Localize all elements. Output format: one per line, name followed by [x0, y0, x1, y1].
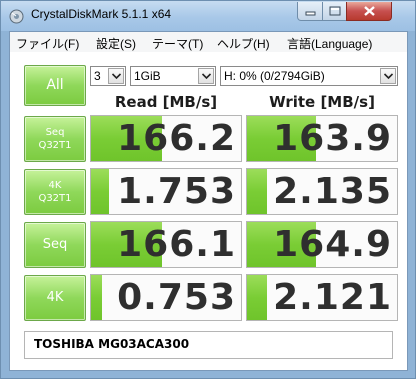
read-value: 166.1: [117, 224, 236, 265]
write-value: 2.121: [273, 277, 392, 318]
write-result: 2.121: [246, 274, 398, 321]
write-value: 163.9: [273, 118, 392, 159]
read-value: 0.753: [117, 277, 236, 318]
dropdown-arrow[interactable]: [108, 68, 124, 84]
test-count-value: 3: [94, 69, 101, 83]
chevron-down-icon: [384, 73, 393, 80]
maximize-button[interactable]: [322, 2, 347, 21]
read-result: 166.1: [90, 221, 242, 268]
menu-bar: ファイル(F) 設定(S) テーマ(T) ヘルプ(H) 言語(Language): [10, 32, 407, 53]
test-count-select[interactable]: 3: [90, 66, 126, 86]
4k-q32t1-button[interactable]: 4K Q32T1: [24, 169, 86, 215]
test-params: Q32T1: [38, 140, 72, 151]
test-name: 4K: [48, 180, 62, 191]
crystaldiskmark-app-icon: [9, 9, 24, 24]
read-bar: [91, 275, 102, 320]
drive-value: H: 0% (0/2794GiB): [224, 69, 325, 83]
write-column-header: Write [MB/s]: [269, 93, 375, 111]
menu-theme[interactable]: テーマ(T): [152, 35, 203, 52]
test-name: 4K: [46, 290, 64, 305]
test-size-select[interactable]: 1GiB: [130, 66, 216, 86]
minimize-icon: [305, 11, 316, 16]
read-result: 1.753: [90, 168, 242, 215]
dropdown-arrow[interactable]: [380, 68, 396, 84]
write-bar: [247, 169, 267, 214]
menu-language[interactable]: 言語(Language): [287, 35, 372, 52]
read-value: 1.753: [117, 171, 236, 212]
menu-help[interactable]: ヘルプ(H): [217, 35, 270, 52]
read-bar: [91, 169, 109, 214]
menu-file[interactable]: ファイル(F): [16, 35, 79, 52]
chevron-down-icon: [202, 73, 211, 80]
write-value: 164.9: [273, 224, 392, 265]
run-all-button[interactable]: All: [24, 65, 86, 106]
comment-field[interactable]: TOSHIBA MG03ACA300: [24, 331, 393, 359]
drive-select[interactable]: H: 0% (0/2794GiB): [220, 66, 398, 86]
read-column-header: Read [MB/s]: [114, 93, 218, 111]
minimize-button[interactable]: [297, 2, 323, 21]
benchmark-panel: All 3 1GiB H: 0% (0/2794GiB) Read [MB/s]…: [10, 52, 407, 370]
4k-button[interactable]: 4K: [24, 275, 86, 321]
seq-button[interactable]: Seq: [24, 222, 86, 268]
app-window: CrystalDiskMark 5.1.1 x64 ファイル(F) 設定(S) …: [0, 0, 416, 379]
write-result: 163.9: [246, 115, 398, 162]
seq-q32t1-button[interactable]: Seq Q32T1: [24, 116, 86, 162]
dropdown-arrow[interactable]: [198, 68, 214, 84]
write-value: 2.135: [273, 171, 392, 212]
menu-settings[interactable]: 設定(S): [96, 35, 136, 52]
read-result: 166.2: [90, 115, 242, 162]
write-result: 2.135: [246, 168, 398, 215]
comment-text: TOSHIBA MG03ACA300: [34, 337, 190, 351]
maximize-icon: [329, 6, 341, 16]
read-result: 0.753: [90, 274, 242, 321]
close-icon: [364, 6, 375, 16]
client-area: ファイル(F) 設定(S) テーマ(T) ヘルプ(H) 言語(Language)…: [9, 31, 408, 371]
window-title: CrystalDiskMark 5.1.1 x64: [31, 7, 172, 21]
test-params: Q32T1: [38, 193, 72, 204]
write-result: 164.9: [246, 221, 398, 268]
chevron-down-icon: [112, 73, 121, 80]
read-value: 166.2: [117, 118, 236, 159]
close-button[interactable]: [346, 2, 392, 21]
write-bar: [247, 275, 267, 320]
title-bar[interactable]: CrystalDiskMark 5.1.1 x64: [1, 1, 415, 31]
test-name: Seq: [45, 127, 65, 138]
test-name: Seq: [42, 237, 68, 252]
test-size-value: 1GiB: [134, 69, 161, 83]
